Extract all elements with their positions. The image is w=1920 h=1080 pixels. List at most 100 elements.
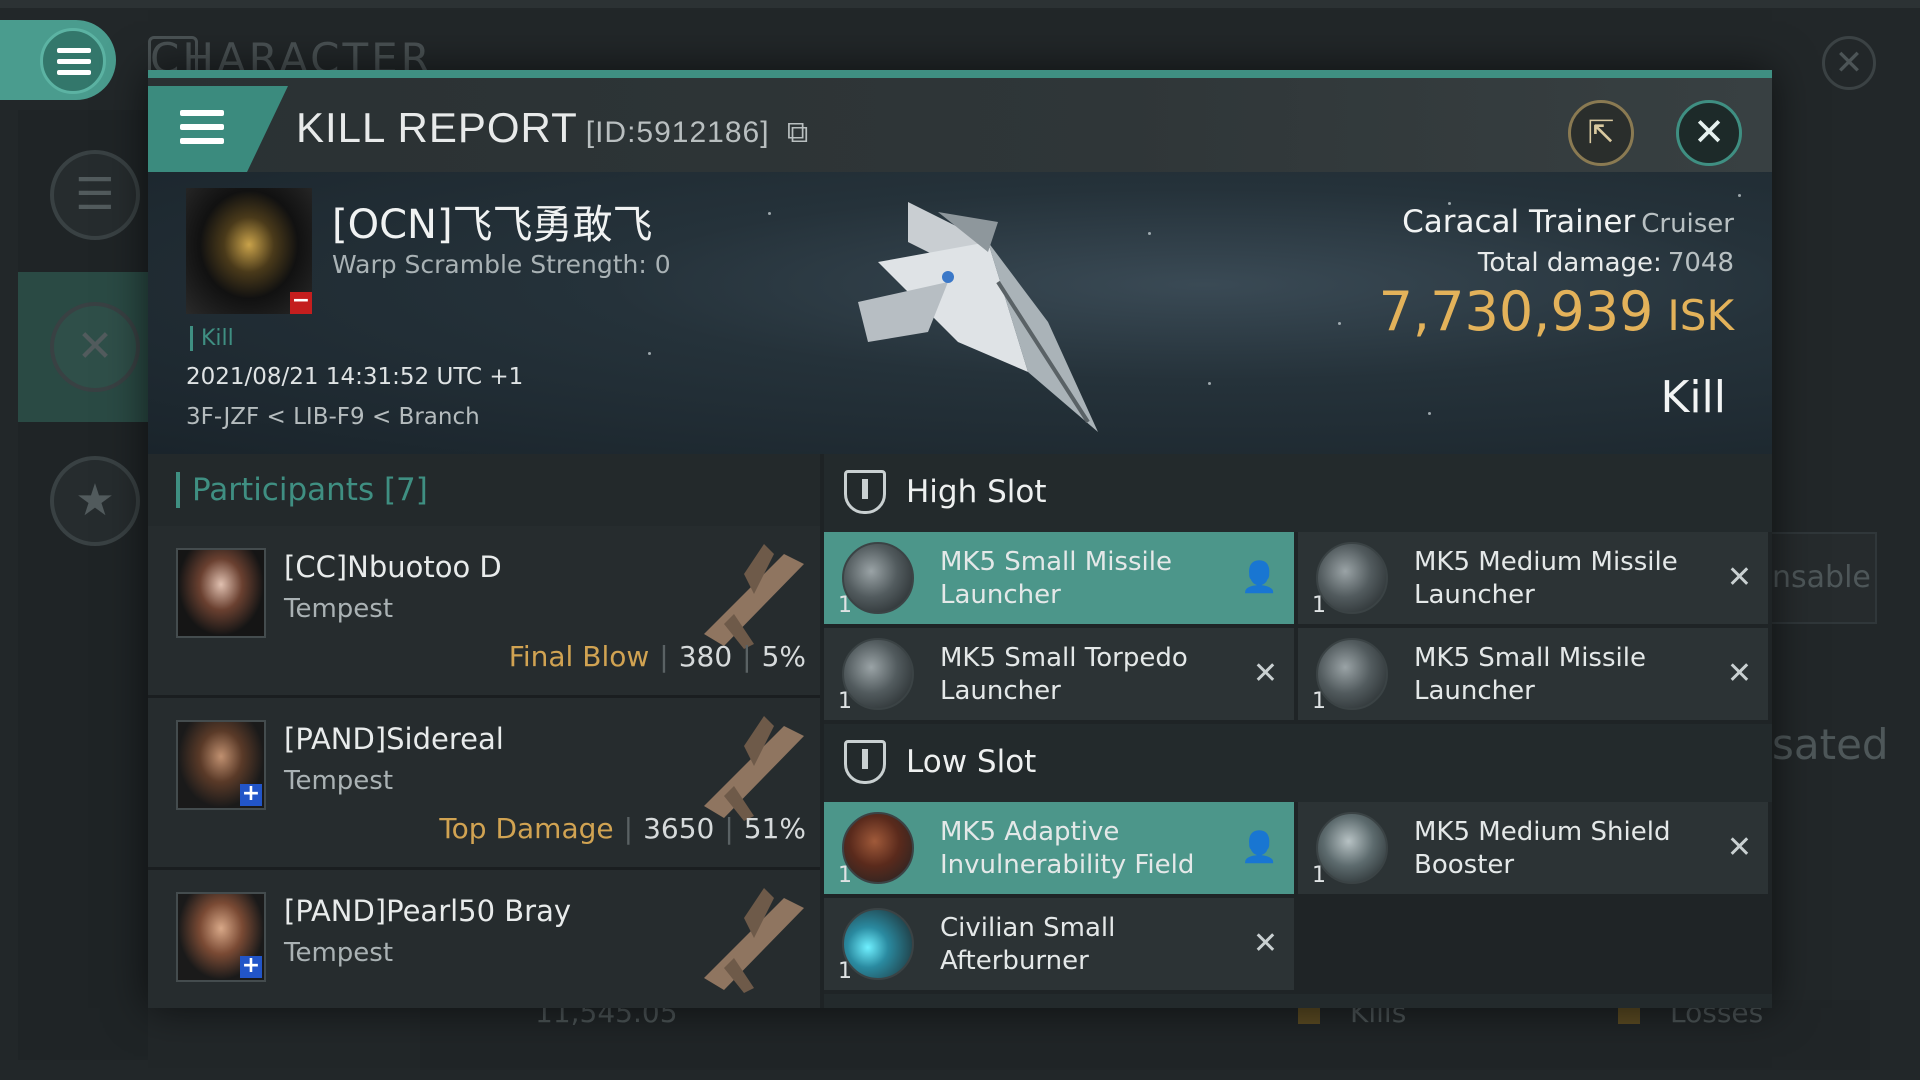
high-slot-label: High Slot [906,474,1047,510]
hamburger-icon [180,110,224,152]
victim-portrait[interactable]: − [186,188,312,314]
shield-booster-icon [1316,812,1388,884]
module-name: MK5 Small Missile Launcher [1414,643,1646,706]
x-icon: ✕ [1252,656,1278,691]
standing-plus-icon: + [240,953,262,978]
module-qty: 1 [1312,689,1326,714]
module-item[interactable]: 1 MK5 Medium Shield Booster ✕ [1298,802,1768,894]
participants-title: Participants [7] [176,472,428,508]
report-menu-button[interactable] [148,86,288,180]
participants-header: Participants [7] [148,454,820,526]
isk-unit: ISK [1667,291,1734,340]
participant-ship: Tempest [284,938,394,968]
module-item[interactable]: 1 MK5 Adaptive Invulnerability Field 👤 [824,802,1294,894]
x-icon: ✕ [1726,560,1752,595]
participant-damage: 380 [678,640,733,673]
kill-tag: Kill [190,326,234,351]
person-icon: 👤 [1240,830,1278,865]
participant-ship-image [704,544,804,649]
module-qty: 1 [838,959,852,984]
copy-icon[interactable]: ⧉ [778,116,810,149]
module-name: MK5 Small Missile Launcher [940,547,1172,610]
report-result: Kill [1660,372,1726,423]
standing-minus-icon: − [290,288,312,314]
slot-shield-icon [844,470,886,514]
module-item[interactable]: 1 MK5 Medium Missile Launcher ✕ [1298,532,1768,624]
missile-launcher-icon [842,542,914,614]
external-link-button[interactable]: ⇱ [1568,100,1634,166]
standing-plus-icon: + [240,781,262,806]
title-text: KILL REPORT [296,104,578,151]
participant-damage: 3650 [643,812,715,845]
missile-launcher-icon [1316,542,1388,614]
kill-location[interactable]: 3F-JZF < LIB-F9 < Branch [186,404,480,430]
module-item[interactable]: 1 MK5 Small Missile Launcher 👤 [824,532,1294,624]
module-qty: 1 [838,689,852,714]
low-slot-header: Low Slot [824,724,1772,802]
background-text-2: sated [1772,720,1889,769]
participant-row[interactable]: [CC]Nbuotoo D Tempest Final Blow | 380 | 5% [148,526,820,698]
kill-datetime: 2021/08/21 14:31:52 UTC +1 [186,364,524,390]
x-icon: ✕ [1726,656,1752,691]
participant-stats: Top Damage | 3650 | 51% [439,812,806,845]
external-link-icon: ⇱ [1587,113,1615,151]
close-button[interactable]: ✕ [1676,100,1742,166]
title-bar: KILL REPORT [ID:5912186] ⧉ ⇱ ✕ [148,70,1772,180]
module-name: Civilian Small Afterburner [940,913,1116,976]
module-qty: 1 [1312,863,1326,888]
participants-panel: Participants [7] [CC]Nbuotoo D Tempest F… [148,454,820,1008]
kill-report-window: KILL REPORT [ID:5912186] ⧉ ⇱ ✕ − [OCN]飞飞勇… [148,70,1772,1008]
victim-pilot-name[interactable]: [OCN]飞飞勇敢飞 [332,192,653,250]
ship-class: Cruiser [1641,209,1734,239]
module-qty: 1 [1312,593,1326,618]
participant-avatar[interactable] [176,548,266,638]
isk-value: 7,730,939 ISK [1379,280,1734,343]
module-name: MK5 Adaptive Invulnerability Field [940,817,1195,880]
module-name: MK5 Small Torpedo Launcher [940,643,1188,706]
module-qty: 1 [838,593,852,618]
participant-avatar[interactable]: + [176,720,266,810]
victim-ship[interactable]: Caracal Trainer Cruiser [1402,204,1734,240]
victim-ship-image[interactable] [838,182,1148,452]
isk-amount: 7,730,939 [1378,280,1654,343]
missile-launcher-icon [1316,638,1388,710]
background-sidebar: ☰ ✕ ★ [18,110,148,1060]
star-icon[interactable]: ★ [50,456,140,546]
participant-tag: Top Damage [439,812,614,845]
participant-percent: 51% [743,812,806,845]
module-name: MK5 Medium Shield Booster [1414,817,1671,880]
participant-ship-image [704,716,804,821]
report-id[interactable]: [ID:5912186] [586,116,770,149]
low-slot-label: Low Slot [906,744,1037,780]
total-damage: Total damage: 7048 [1478,248,1734,278]
module-qty: 1 [838,863,852,888]
victim-summary: − [OCN]飞飞勇敢飞 Warp Scramble Strength: 0 K… [148,172,1772,454]
mid-slot-header [824,994,1772,1008]
participant-avatar[interactable]: + [176,892,266,982]
slot-shield-icon [844,740,886,784]
participant-percent: 5% [761,640,806,673]
top-strip [0,0,1920,8]
list-icon[interactable]: ☰ [50,150,140,240]
module-item[interactable]: 1 MK5 Small Missile Launcher ✕ [1298,628,1768,720]
module-item[interactable]: 1 MK5 Small Torpedo Launcher ✕ [824,628,1294,720]
main-menu-button[interactable] [0,20,116,100]
participant-name: [CC]Nbuotoo D [284,550,502,584]
participant-ship: Tempest [284,766,394,796]
combat-swords-icon[interactable]: ✕ [50,302,140,392]
window-title: KILL REPORT [ID:5912186] ⧉ [296,104,809,152]
background-close-icon[interactable]: ✕ [1822,36,1876,90]
participant-row[interactable]: + [PAND]Sidereal Tempest Top Damage | 3650… [148,698,820,870]
afterburner-icon [842,908,914,980]
hamburger-icon [57,48,91,81]
participant-name: [PAND]Sidereal [284,722,504,756]
module-item[interactable]: 1 Civilian Small Afterburner ✕ [824,898,1294,990]
participant-tag: Final Blow [508,640,650,673]
x-icon: ✕ [1252,926,1278,961]
participant-ship-image [704,888,804,993]
person-icon: 👤 [1240,560,1278,595]
participant-row[interactable]: + [PAND]Pearl50 Bray Tempest [148,870,820,1008]
module-name: MK5 Medium Missile Launcher [1414,547,1678,610]
invulnerability-field-icon [842,812,914,884]
total-damage-value: 7048 [1667,248,1734,278]
